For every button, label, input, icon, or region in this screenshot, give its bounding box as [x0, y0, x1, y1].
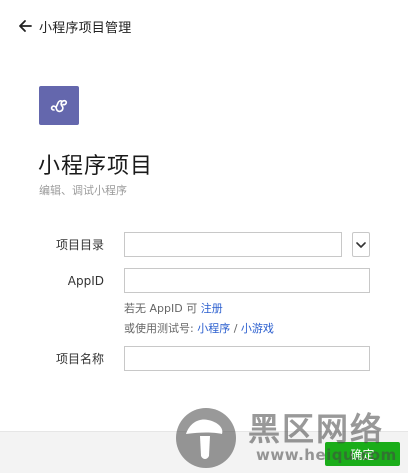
- appid-register-hint: 若无 AppID 可 注册: [124, 300, 223, 316]
- confirm-button[interactable]: 确定: [325, 442, 400, 466]
- page-subtitle: 编辑、调试小程序: [39, 184, 127, 197]
- register-link[interactable]: 注册: [201, 302, 223, 315]
- test-miniprogram-link[interactable]: 小程序: [197, 322, 230, 335]
- project-directory-label: 项目目录: [55, 238, 104, 252]
- chevron-down-icon: [356, 241, 366, 248]
- project-directory-input[interactable]: [124, 232, 342, 257]
- back-to-project-management[interactable]: 小程序项目管理: [18, 16, 131, 36]
- register-hint-text: 若无 AppID 可: [124, 302, 201, 315]
- test-minigame-link[interactable]: 小游戏: [241, 322, 274, 335]
- appid-input[interactable]: [124, 268, 370, 293]
- test-account-hint: 或使用测试号: 小程序 / 小游戏: [124, 320, 274, 336]
- mini-program-logo-icon: [39, 86, 79, 125]
- header-title: 小程序项目管理: [39, 20, 132, 36]
- directory-picker-button[interactable]: [352, 232, 370, 257]
- project-name-label: 项目名称: [55, 352, 104, 366]
- link-separator: /: [230, 322, 241, 335]
- appid-label: AppID: [67, 274, 104, 288]
- test-account-hint-text: 或使用测试号:: [124, 322, 198, 335]
- arrow-left-icon[interactable]: [18, 19, 32, 33]
- page-title: 小程序项目: [38, 154, 154, 179]
- project-name-input[interactable]: [124, 346, 370, 371]
